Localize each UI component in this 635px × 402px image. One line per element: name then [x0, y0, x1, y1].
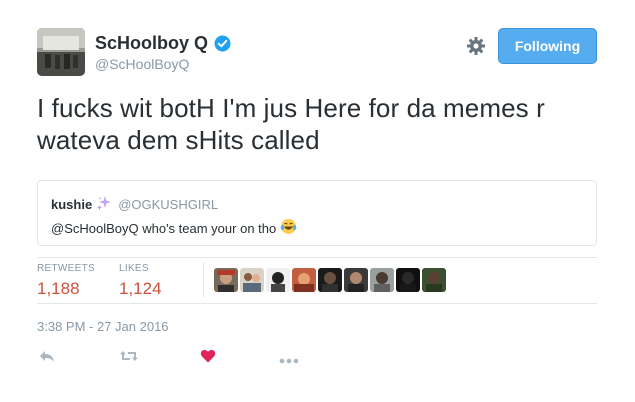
author-avatar[interactable]	[37, 28, 85, 76]
liker-avatars	[203, 262, 446, 298]
retweets-stat[interactable]: RETWEETS 1,188	[37, 263, 95, 299]
likes-label: LIKES	[119, 263, 149, 274]
author-handle[interactable]: @ScHoolBoyQ	[95, 56, 189, 72]
liker-avatar[interactable]	[396, 268, 420, 292]
stats-top-divider	[37, 257, 597, 258]
tweet-timestamp[interactable]: 3:38 PM - 27 Jan 2016	[37, 319, 169, 334]
liker-avatar[interactable]	[344, 268, 368, 292]
liker-avatar[interactable]	[266, 268, 290, 292]
liker-avatar[interactable]	[214, 268, 238, 292]
tweet-card: ScHoolboy Q @ScHoolBoyQ Following I fuck…	[0, 0, 635, 402]
quoted-author-name: kushie	[51, 197, 93, 212]
author-name[interactable]: ScHoolboy Q	[95, 33, 208, 54]
stats-bottom-divider	[37, 303, 597, 304]
more-options-icon[interactable]	[279, 352, 299, 370]
liker-avatar[interactable]	[240, 268, 264, 292]
like-heart-icon[interactable]	[200, 348, 216, 369]
likes-count: 1,124	[119, 279, 162, 298]
quoted-author-handle: @OGKUSHGIRL	[118, 197, 219, 212]
quoted-tweet-text-row: @ScHoolBoyQ who's team your on tho	[51, 218, 297, 238]
following-button[interactable]: Following	[498, 28, 597, 64]
likes-stat[interactable]: LIKES 1,124	[119, 263, 162, 299]
verified-badge-icon	[214, 35, 231, 52]
sparkles-emoji-icon	[96, 195, 112, 214]
retweet-icon[interactable]	[119, 348, 139, 369]
author-name-row[interactable]: ScHoolboy Q	[95, 33, 231, 54]
reply-icon[interactable]	[38, 348, 56, 369]
liker-avatar[interactable]	[370, 268, 394, 292]
quoted-tweet-header: kushie @OGKUSHGIRL	[51, 195, 218, 214]
retweets-count: 1,188	[37, 279, 80, 298]
liker-avatar[interactable]	[422, 268, 446, 292]
tweet-text: I fucks wit botH I'm jus Here for da mem…	[37, 93, 545, 155]
settings-gear-icon[interactable]	[466, 36, 486, 56]
laughing-tears-emoji-icon	[280, 218, 297, 238]
quoted-tweet-text: @ScHoolBoyQ who's team your on tho	[51, 220, 277, 236]
quoted-tweet[interactable]: kushie @OGKUSHGIRL @ScHoolBoyQ who's tea…	[37, 180, 597, 246]
liker-avatar[interactable]	[292, 268, 316, 292]
retweets-label: RETWEETS	[37, 263, 95, 274]
liker-avatar[interactable]	[318, 268, 342, 292]
